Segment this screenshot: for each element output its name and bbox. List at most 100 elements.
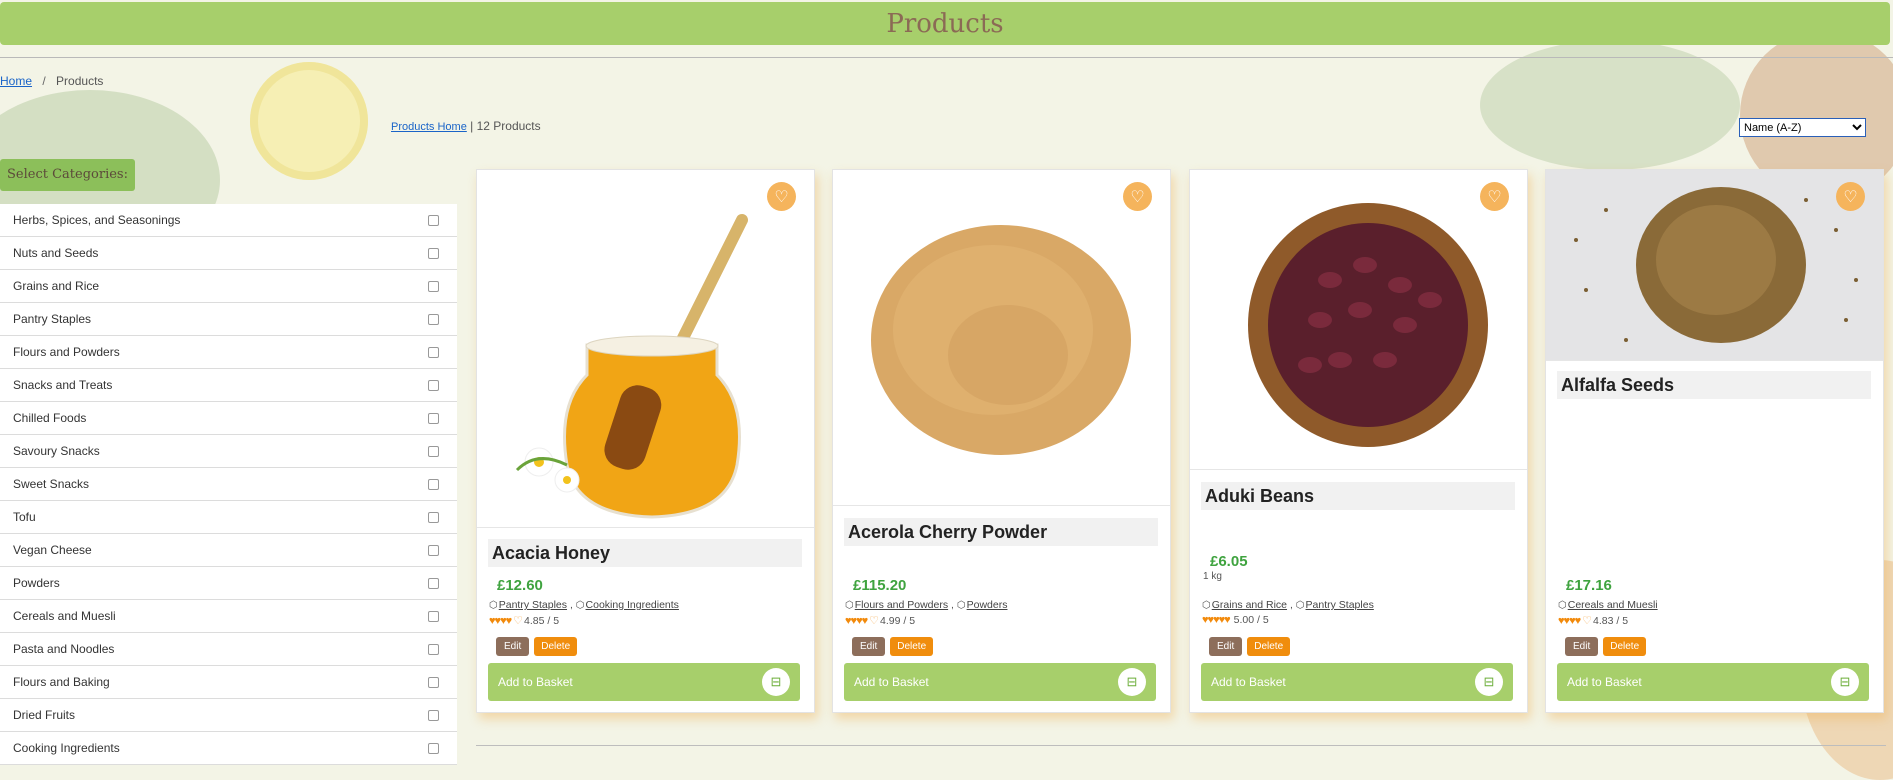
breadcrumb: Home / Products [0, 74, 103, 88]
category-checkbox[interactable] [428, 346, 439, 358]
add-to-basket-button[interactable]: Add to Basket ⊟ [844, 663, 1156, 701]
category-item[interactable]: Snacks and Treats [0, 369, 457, 402]
product-image[interactable] [1190, 170, 1527, 469]
category-item[interactable]: Chilled Foods [0, 402, 457, 435]
category-item[interactable]: Pantry Staples [0, 303, 457, 336]
sort-select[interactable]: Name (A-Z) [1739, 118, 1866, 137]
product-rating: ♥♥♥♥♥ 5.00 / 5 [1202, 614, 1269, 626]
category-checkbox[interactable] [428, 643, 439, 655]
category-item[interactable]: Vegan Cheese [0, 534, 457, 567]
product-name[interactable]: Alfalfa Seeds [1557, 371, 1871, 399]
product-name[interactable]: Acerola Cherry Powder [844, 518, 1158, 546]
product-price: £6.05 [1210, 553, 1248, 570]
edit-button[interactable]: Edit [1209, 637, 1243, 656]
category-item[interactable]: Tofu [0, 501, 457, 534]
category-checkbox[interactable] [428, 445, 439, 457]
add-to-basket-button[interactable]: Add to Basket ⊟ [1201, 663, 1513, 701]
tag-icon: ⬡ [1295, 600, 1305, 611]
category-checkbox[interactable] [428, 577, 439, 589]
product-name[interactable]: Aduki Beans [1201, 482, 1515, 510]
add-to-basket-button[interactable]: Add to Basket ⊟ [488, 663, 800, 701]
edit-button[interactable]: Edit [1565, 637, 1599, 656]
category-checkbox[interactable] [428, 379, 439, 391]
tag-link[interactable]: Pantry Staples [1306, 599, 1374, 611]
tag-link[interactable]: Pantry Staples [499, 599, 567, 611]
category-item[interactable]: Nuts and Seeds [0, 237, 457, 270]
page-header: Products [0, 2, 1890, 45]
breadcrumb-home-link[interactable]: Home [0, 74, 32, 88]
delete-button[interactable]: Delete [1247, 637, 1291, 656]
admin-actions: Edit Delete [1565, 637, 1647, 656]
product-tags: ⬡Grains and Rice , ⬡Pantry Staples [1202, 599, 1374, 611]
card-divider [477, 527, 814, 528]
breadcrumb-separator: / [42, 74, 46, 88]
category-checkbox[interactable] [428, 742, 439, 754]
tag-icon: ⬡ [1202, 600, 1211, 611]
category-checkbox[interactable] [428, 247, 439, 259]
category-checkbox[interactable] [428, 610, 439, 622]
category-checkbox[interactable] [428, 676, 439, 688]
favorite-heart-icon[interactable]: ♡ [1123, 182, 1152, 211]
tag-link[interactable]: Cereals and Muesli [1568, 599, 1658, 611]
category-checkbox[interactable] [428, 313, 439, 325]
tag-link[interactable]: Cooking Ingredients [586, 599, 679, 611]
category-item[interactable]: Powders [0, 567, 457, 600]
category-label: Sweet Snacks [13, 477, 90, 491]
category-item[interactable]: Sweet Snacks [0, 468, 457, 501]
category-label: Pantry Staples [13, 312, 92, 326]
product-image[interactable] [833, 170, 1170, 505]
edit-button[interactable]: Edit [852, 637, 886, 656]
category-checkbox[interactable] [428, 544, 439, 556]
divider [476, 745, 1886, 746]
category-checkbox[interactable] [428, 478, 439, 490]
tag-link[interactable]: Powders [967, 599, 1008, 611]
delete-button[interactable]: Delete [534, 637, 578, 656]
add-to-basket-label: Add to Basket [1211, 675, 1286, 689]
product-image[interactable] [1546, 170, 1883, 360]
category-item[interactable]: Flours and Baking [0, 666, 457, 699]
background-lemon [250, 62, 368, 180]
products-home-link[interactable]: Products Home [391, 121, 467, 133]
product-card[interactable]: ♡ Alfalfa Seeds £17.16 ⬡Cereals and Muesli ♥… [1545, 169, 1884, 713]
add-to-basket-button[interactable]: Add to Basket ⊟ [1557, 663, 1869, 701]
category-item[interactable]: Cereals and Muesli [0, 600, 457, 633]
category-checkbox[interactable] [428, 511, 439, 523]
edit-button[interactable]: Edit [496, 637, 530, 656]
category-label: Chilled Foods [13, 411, 87, 425]
category-item[interactable]: Cooking Ingredients [0, 732, 457, 765]
product-card[interactable]: ♡ Aduki Beans £6.05 1 kg ⬡Grains and Rice , … [1189, 169, 1528, 713]
category-label: Cooking Ingredients [13, 741, 120, 755]
product-rating: ♥♥♥♥ ♡ 4.83 / 5 [1558, 614, 1628, 628]
favorite-heart-icon[interactable]: ♡ [1836, 182, 1865, 211]
category-label: Pasta and Noodles [13, 642, 115, 656]
product-card[interactable]: ♡ Acerola Cherry Powder £115.20 ⬡Flours and… [832, 169, 1171, 713]
tag-icon: ⬡ [956, 600, 966, 611]
category-item[interactable]: Grains and Rice [0, 270, 457, 303]
basket-icon: ⊟ [1118, 668, 1146, 696]
product-price: £12.60 [497, 577, 543, 594]
delete-button[interactable]: Delete [890, 637, 934, 656]
favorite-heart-icon[interactable]: ♡ [1480, 182, 1509, 211]
category-checkbox[interactable] [428, 280, 439, 292]
product-card[interactable]: ♡ Acacia Honey £12.60 ⬡Pantry Staples , ⬡Co… [476, 169, 815, 713]
basket-icon: ⊟ [762, 668, 790, 696]
favorite-heart-icon[interactable]: ♡ [767, 182, 796, 211]
category-item[interactable]: Flours and Powders [0, 336, 457, 369]
category-item[interactable]: Herbs, Spices, and Seasonings [0, 204, 457, 237]
tag-link[interactable]: Flours and Powders [855, 599, 948, 611]
category-checkbox[interactable] [428, 214, 439, 226]
breadcrumb-current: Products [56, 74, 104, 88]
product-image[interactable] [477, 170, 814, 527]
category-label: Nuts and Seeds [13, 246, 99, 260]
category-label: Tofu [13, 510, 36, 524]
category-item[interactable]: Pasta and Noodles [0, 633, 457, 666]
delete-button[interactable]: Delete [1603, 637, 1647, 656]
product-name[interactable]: Acacia Honey [488, 539, 802, 567]
admin-actions: Edit Delete [852, 637, 934, 656]
category-item[interactable]: Savoury Snacks [0, 435, 457, 468]
category-label: Herbs, Spices, and Seasonings [13, 213, 181, 227]
category-item[interactable]: Dried Fruits [0, 699, 457, 732]
category-checkbox[interactable] [428, 412, 439, 424]
category-checkbox[interactable] [428, 709, 439, 721]
tag-link[interactable]: Grains and Rice [1212, 599, 1287, 611]
